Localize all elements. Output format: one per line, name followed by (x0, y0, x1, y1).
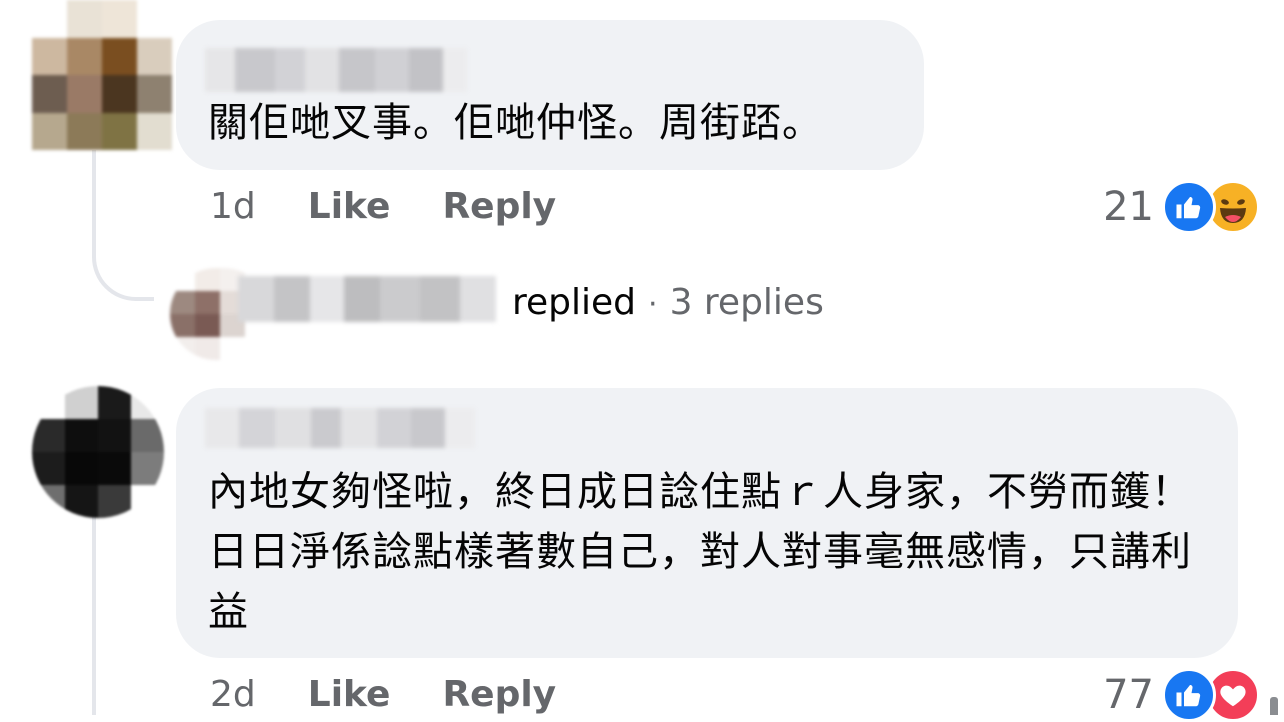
like-button[interactable]: Like (308, 186, 391, 227)
like-icon (1162, 668, 1216, 722)
comment-actions: 2d Like Reply (210, 674, 556, 715)
reaction-summary[interactable]: 77 (1103, 668, 1260, 722)
reply-button[interactable]: Reply (442, 186, 556, 227)
comment-text: 內地女夠怪啦，終日成日諗住點ｒ人身家，不勞而鑊！日日淨係諗點樣著數自己，對人對事… (208, 469, 1192, 635)
avatar[interactable] (32, 0, 172, 150)
reply-author-name-censored[interactable] (238, 276, 496, 322)
avatar[interactable] (32, 386, 164, 518)
thread-connector (92, 515, 96, 715)
comment-text: 關佢哋叉事。佢哋仲怪。周街踎。 (208, 100, 823, 146)
reply-button[interactable]: Reply (442, 674, 556, 715)
reaction-count: 77 (1103, 672, 1154, 718)
view-replies-link[interactable]: replied · 3 replies (512, 282, 824, 323)
comment-timestamp[interactable]: 2d (210, 674, 256, 715)
separator-dot: · (648, 287, 658, 322)
like-icon (1162, 180, 1216, 234)
comment-actions: 1d Like Reply (210, 186, 556, 227)
replies-count: 3 replies (669, 282, 824, 323)
like-button[interactable]: Like (308, 674, 391, 715)
replied-label: replied (512, 282, 637, 323)
reaction-count: 21 (1103, 184, 1154, 230)
thread-connector (92, 150, 154, 301)
reaction-summary[interactable]: 21 (1103, 180, 1260, 234)
comment-timestamp[interactable]: 1d (210, 186, 256, 227)
author-name-censored[interactable] (205, 48, 467, 92)
author-name-censored[interactable] (205, 408, 475, 448)
scrollbar-thumb[interactable] (1270, 697, 1278, 715)
